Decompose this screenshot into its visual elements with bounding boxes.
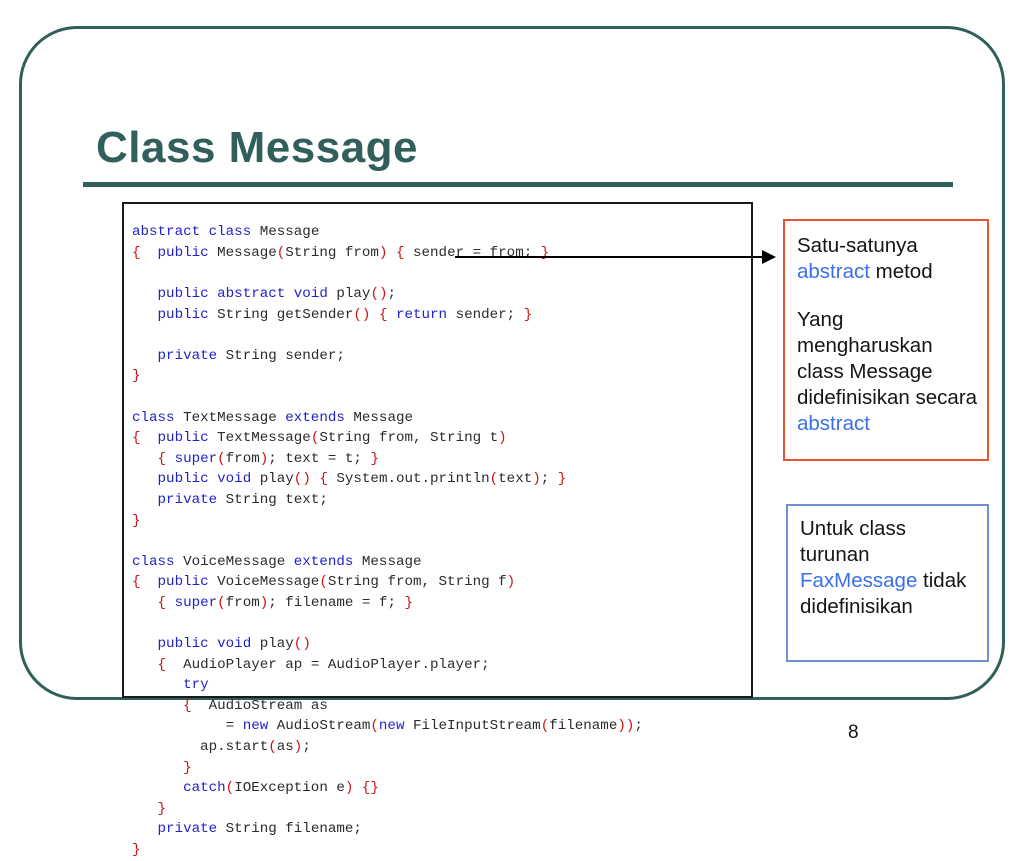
callout-text-before: Yang mengharuskan class Message didefini… bbox=[797, 308, 978, 409]
callout-abstract-paragraph-1: Satu-satunya abstract metod bbox=[797, 233, 981, 285]
code-block: abstract class Message { public Message(… bbox=[122, 202, 753, 858]
callout-text-after: metod bbox=[869, 260, 933, 283]
callout-abstract-paragraph-2: Yang mengharuskan class Message didefini… bbox=[797, 307, 981, 437]
callout-highlight-abstract-2: abstract bbox=[797, 412, 870, 435]
callout-highlight-abstract: abstract bbox=[797, 260, 870, 283]
callout-spacer bbox=[797, 285, 981, 307]
pointer-arrow-head bbox=[762, 250, 776, 264]
title-divider bbox=[83, 182, 953, 187]
callout-highlight-faxmessage: FaxMessage bbox=[800, 569, 918, 592]
callout-fax-paragraph-1: Untuk class turunan FaxMessage tidak did… bbox=[800, 516, 981, 620]
pointer-arrow-line bbox=[455, 256, 765, 258]
callout-text-before: Untuk class turunan bbox=[800, 517, 906, 566]
page-number: 8 bbox=[848, 722, 859, 743]
page-title: Class Message bbox=[96, 123, 419, 172]
code-text: abstract class Message { public Message(… bbox=[132, 224, 643, 858]
callout-text-before: Satu-satunya bbox=[797, 234, 918, 257]
callout-abstract-note: Satu-satunya abstract metod Yang menghar… bbox=[783, 219, 989, 461]
callout-fax-note: Untuk class turunan FaxMessage tidak did… bbox=[786, 504, 989, 662]
